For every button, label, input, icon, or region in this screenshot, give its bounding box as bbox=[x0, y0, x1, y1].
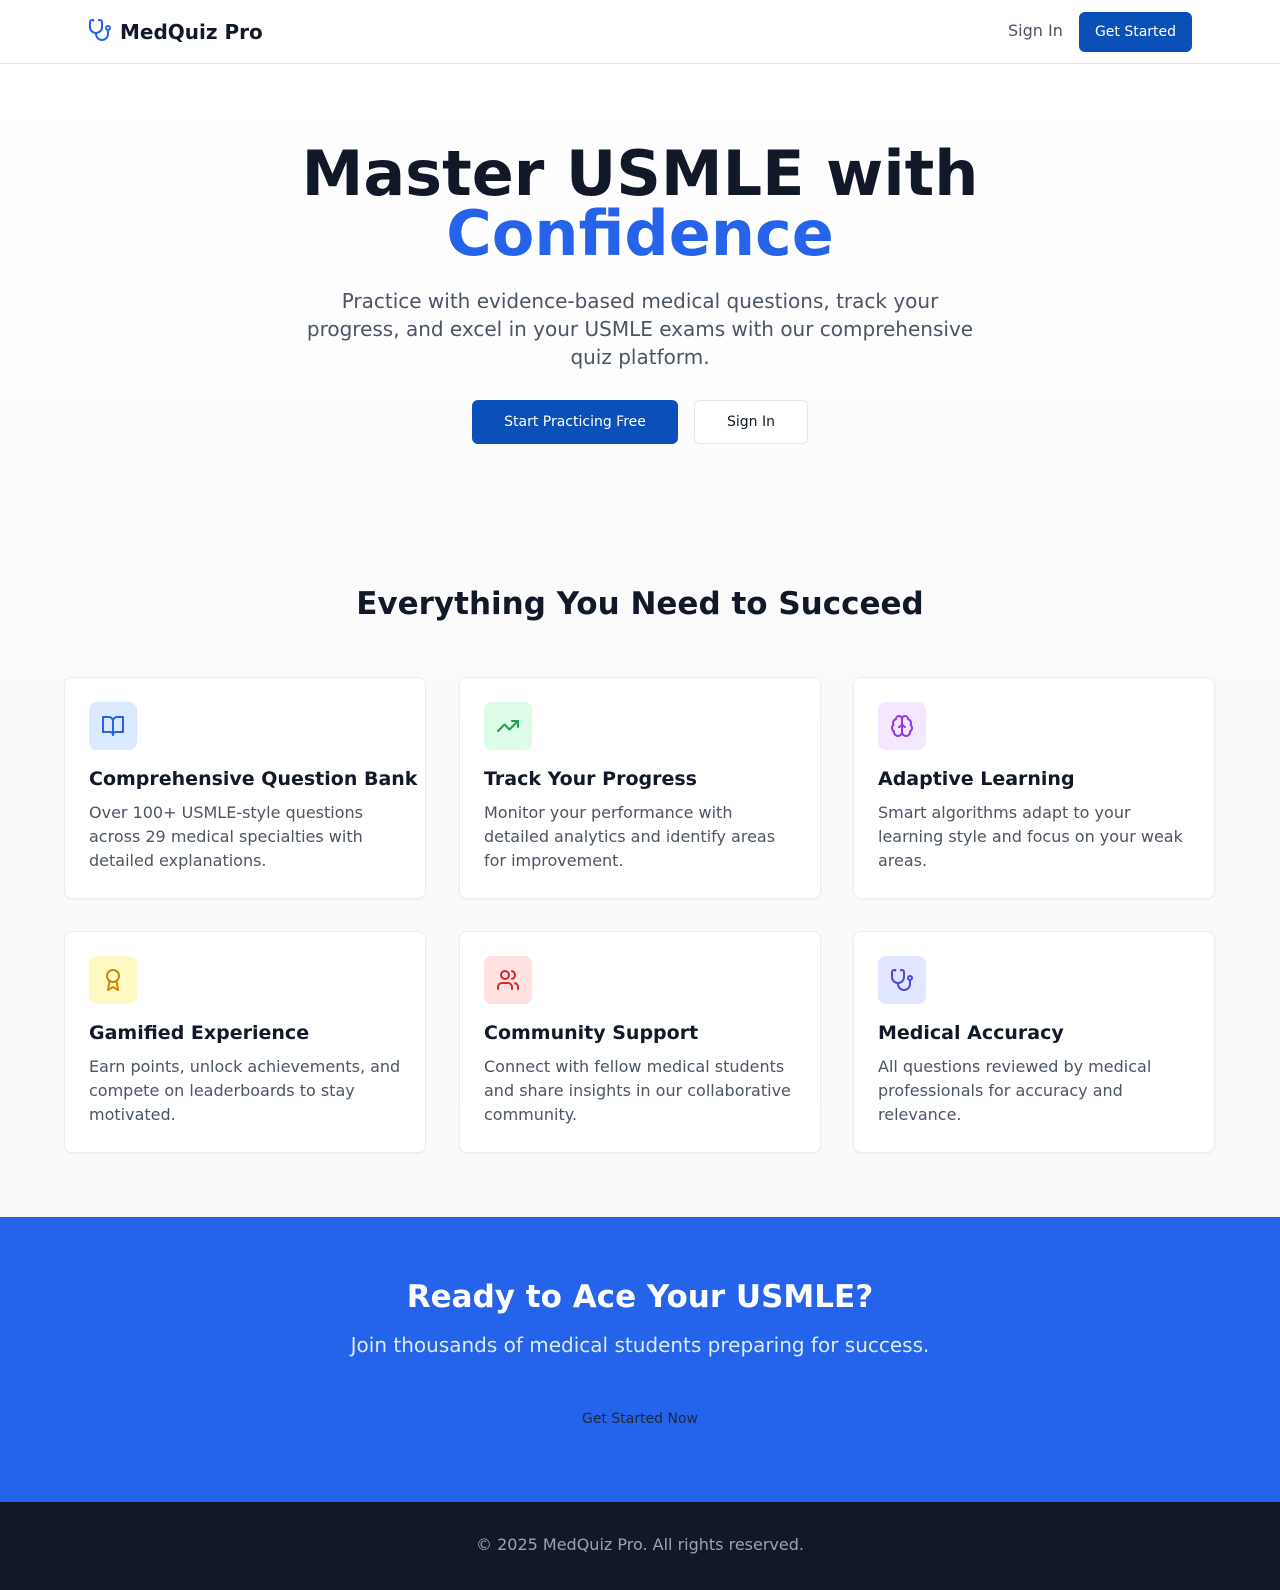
feature-card: Community Support Connect with fellow me… bbox=[459, 931, 821, 1153]
feature-title: Track Your Progress bbox=[484, 768, 697, 790]
feature-title: Gamified Experience bbox=[89, 1022, 310, 1044]
footer: © 2025 MedQuiz Pro. All rights reserved. bbox=[0, 1502, 1280, 1590]
award-icon bbox=[89, 956, 137, 1004]
users-icon bbox=[484, 956, 532, 1004]
get-started-now-button[interactable]: Get Started Now bbox=[565, 1397, 715, 1441]
feature-card: Medical Accuracy All questions reviewed … bbox=[853, 931, 1215, 1153]
book-open-icon bbox=[89, 702, 137, 750]
cta-title: Ready to Ace Your USMLE? bbox=[406, 1279, 874, 1315]
brand-name: MedQuiz Pro bbox=[120, 20, 263, 44]
hero-section: Master USMLE with Confidence Practice wi… bbox=[0, 64, 1280, 1217]
trending-up-icon bbox=[484, 702, 532, 750]
feature-description: All questions reviewed by medical profes… bbox=[878, 1057, 1152, 1124]
feature-description: Smart algorithms adapt to your learning … bbox=[878, 803, 1183, 870]
hero-title: Master USMLE with Confidence bbox=[0, 143, 1280, 270]
feature-title: Comprehensive Question Bank bbox=[89, 768, 418, 790]
feature-description: Over 100+ USMLE-style questions across 2… bbox=[89, 803, 363, 870]
footer-copyright: © 2025 MedQuiz Pro. All rights reserved. bbox=[476, 1535, 804, 1554]
cta-subtitle: Join thousands of medical students prepa… bbox=[350, 1333, 930, 1357]
features-title: Everything You Need to Succeed bbox=[356, 586, 924, 622]
feature-title: Adaptive Learning bbox=[878, 768, 1075, 790]
feature-description: Connect with fellow medical students and… bbox=[484, 1057, 791, 1124]
nav-get-started-button[interactable]: Get Started bbox=[1079, 12, 1192, 52]
top-nav: MedQuiz Pro Sign In Get Started bbox=[0, 0, 1280, 64]
cta-section: Ready to Ace Your USMLE? Join thousands … bbox=[0, 1217, 1280, 1502]
brain-icon bbox=[878, 702, 926, 750]
stethoscope-icon bbox=[878, 956, 926, 1004]
hero-sign-in-button[interactable]: Sign In bbox=[694, 400, 808, 444]
feature-card: Comprehensive Question Bank Over 100+ US… bbox=[64, 677, 426, 899]
brand-logo[interactable]: MedQuiz Pro bbox=[88, 18, 263, 46]
feature-title: Medical Accuracy bbox=[878, 1022, 1064, 1044]
feature-card: Adaptive Learning Smart algorithms adapt… bbox=[853, 677, 1215, 899]
stethoscope-icon bbox=[88, 18, 112, 46]
hero-subtitle: Practice with evidence-based medical que… bbox=[306, 289, 974, 369]
nav-sign-in-link[interactable]: Sign In bbox=[1008, 21, 1063, 40]
feature-description: Earn points, unlock achievements, and co… bbox=[89, 1057, 401, 1124]
feature-title: Community Support bbox=[484, 1022, 699, 1044]
feature-card: Gamified Experience Earn points, unlock … bbox=[64, 931, 426, 1153]
feature-card: Track Your Progress Monitor your perform… bbox=[459, 677, 821, 899]
start-practicing-button[interactable]: Start Practicing Free bbox=[472, 400, 678, 444]
feature-description: Monitor your performance with detailed a… bbox=[484, 803, 776, 870]
hero-title-accent: Confidence bbox=[446, 197, 834, 270]
